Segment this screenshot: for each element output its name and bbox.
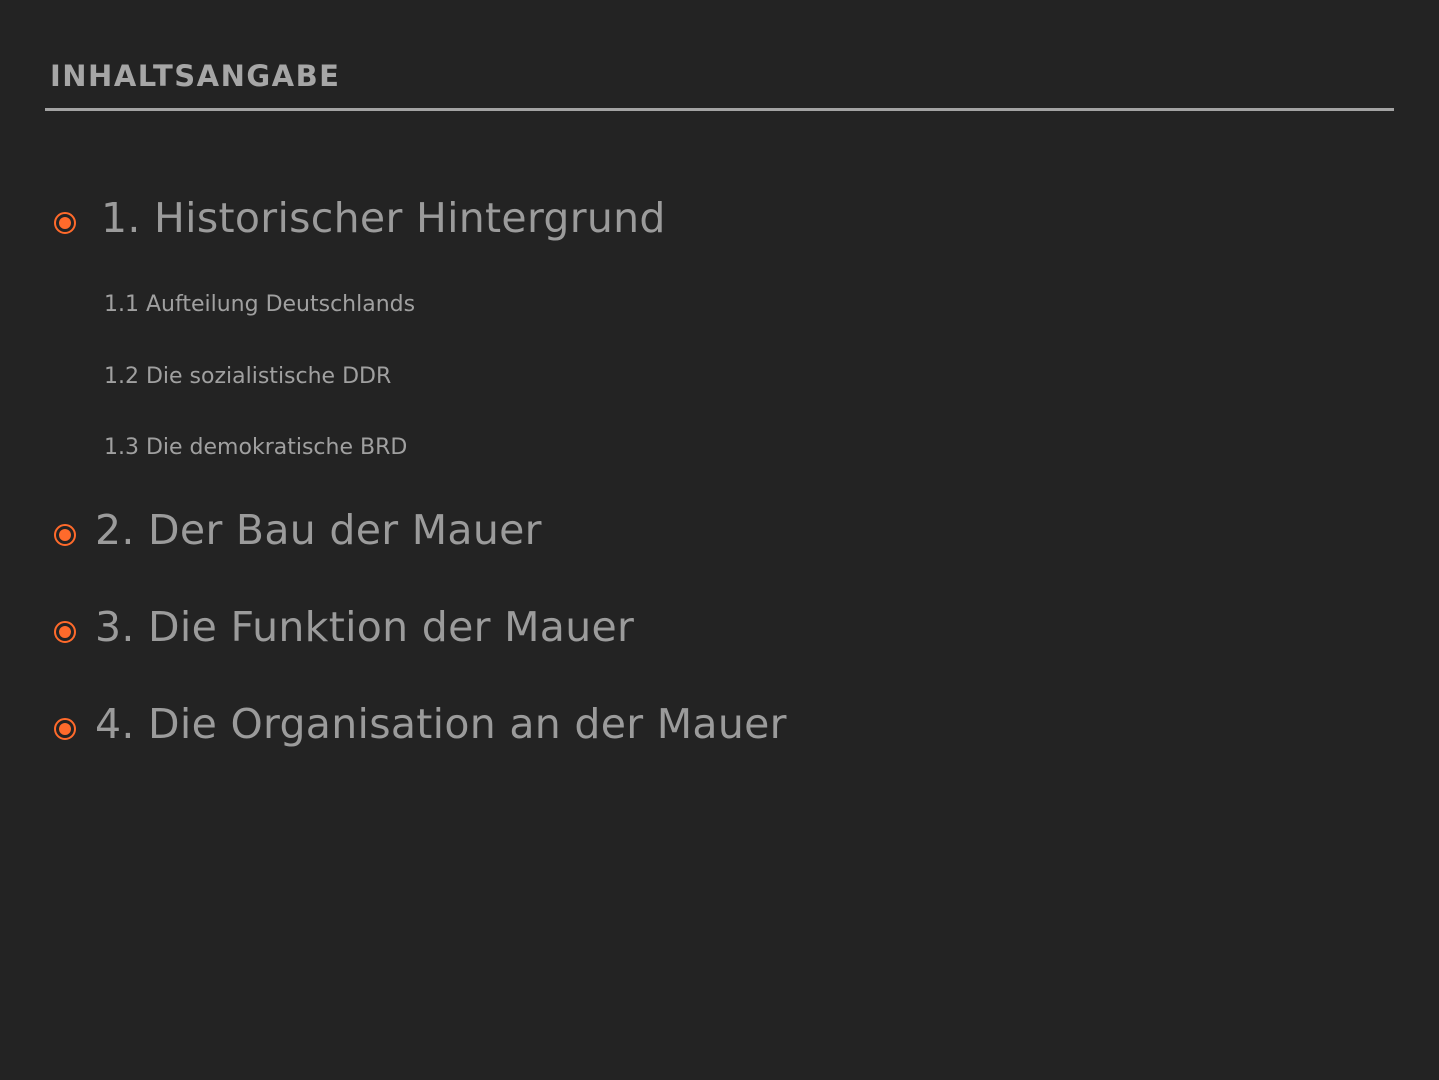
radio-bullet-icon <box>52 619 80 647</box>
toc-item-4: 4. Die Organisation an der Mauer <box>52 699 787 749</box>
slide: INHALTSANGABE 1. Historischer Hintergrun… <box>0 0 1439 1080</box>
toc-subitem-1-3: 1.3 Die demokratische BRD <box>104 435 408 460</box>
toc-item-label: 1. Historischer Hintergrund <box>101 194 666 242</box>
toc-item-label: 2. Der Bau der Mauer <box>95 506 542 554</box>
toc-item-3: 3. Die Funktion der Mauer <box>52 602 634 652</box>
toc-subitem-1-2: 1.2 Die sozialistische DDR <box>104 364 392 389</box>
toc-item-2: 2. Der Bau der Mauer <box>52 505 542 555</box>
toc-item-label: 4. Die Organisation an der Mauer <box>95 700 787 748</box>
toc-item-1: 1. Historischer Hintergrund <box>52 193 666 243</box>
toc-subitem-1-1: 1.1 Aufteilung Deutschlands <box>104 292 416 317</box>
header-divider <box>45 108 1394 111</box>
page-title: INHALTSANGABE <box>50 59 341 93</box>
radio-bullet-icon <box>52 522 80 550</box>
radio-bullet-icon <box>52 210 80 238</box>
radio-bullet-icon <box>52 716 80 744</box>
toc-item-label: 3. Die Funktion der Mauer <box>95 603 635 651</box>
